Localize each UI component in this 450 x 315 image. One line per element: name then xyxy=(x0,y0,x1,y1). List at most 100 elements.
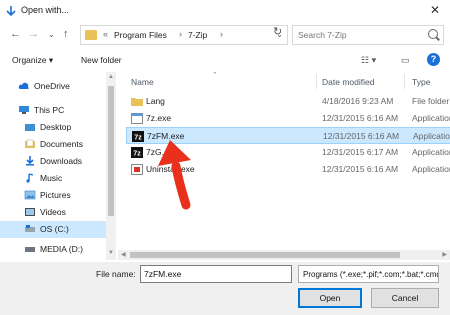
file-row-7z[interactable]: 7z.exe 12/31/2015 6:16 AM Application xyxy=(126,110,450,127)
file-date: 12/31/2015 6:17 AM xyxy=(322,147,399,157)
new-folder-button[interactable]: New folder xyxy=(81,55,122,65)
scrollbar-thumb[interactable] xyxy=(108,86,114,216)
column-type-header[interactable]: Type xyxy=(412,77,430,87)
music-folder-icon xyxy=(26,173,34,183)
file-name: 7z.exe xyxy=(146,113,172,123)
scroll-right-icon[interactable]: ▶ xyxy=(442,251,447,258)
file-date: 12/31/2015 6:16 AM xyxy=(322,164,399,174)
sort-ascending-icon: ⌃ xyxy=(212,72,218,79)
file-name: 7zG.exe xyxy=(146,147,178,157)
sidebar-item-desktop[interactable]: Desktop xyxy=(0,119,106,136)
file-type: Application xyxy=(412,164,450,174)
search-input[interactable] xyxy=(293,26,423,44)
horizontal-scrollbar[interactable]: ◀ ▶ xyxy=(118,250,450,260)
window-title: Open with... xyxy=(21,5,70,15)
cloud-icon xyxy=(18,82,29,89)
sidebar-item-label: Pictures xyxy=(40,190,71,200)
file-name: Lang xyxy=(146,96,165,106)
back-arrow-icon[interactable]: ← xyxy=(10,28,21,40)
navigation-pane: OneDrive This PC Desktop Documents Downl… xyxy=(0,72,116,260)
sidebar-item-onedrive[interactable]: OneDrive xyxy=(0,78,106,95)
sidebar-item-label: Downloads xyxy=(40,156,83,166)
file-type: Application xyxy=(412,147,450,157)
sidebar-item-label: Music xyxy=(40,173,63,183)
svg-text:7z: 7z xyxy=(134,135,142,142)
file-row-uninstall[interactable]: Uninstall.exe 12/31/2015 6:16 AM Applica… xyxy=(126,161,450,178)
recent-locations-icon[interactable]: ⌄ xyxy=(48,30,55,39)
address-bar[interactable]: « Program Files › 7-Zip › ⌄ xyxy=(80,25,288,45)
sidebar-item-music[interactable]: Music xyxy=(0,170,106,187)
help-icon[interactable]: ? xyxy=(427,53,440,66)
7zip-icon: 7z xyxy=(131,147,143,158)
title-bar: Open with... ✕ xyxy=(0,0,450,22)
download-arrow-icon xyxy=(6,6,16,17)
column-date-header[interactable]: Date modified xyxy=(322,77,374,87)
open-button[interactable]: Open xyxy=(298,288,362,308)
column-name-header[interactable]: Name xyxy=(131,77,154,87)
column-divider[interactable] xyxy=(316,74,317,89)
scroll-down-icon[interactable]: ▼ xyxy=(108,250,114,256)
sidebar-item-pictures[interactable]: Pictures xyxy=(0,187,106,204)
sidebar-item-label: OS (C:) xyxy=(40,224,69,234)
file-type: Application xyxy=(412,113,450,123)
sidebar-item-downloads[interactable]: Downloads xyxy=(0,153,106,170)
file-type: File folder xyxy=(412,96,450,106)
drive-icon xyxy=(25,225,35,232)
preview-pane-icon[interactable]: ▭ xyxy=(401,55,410,66)
sidebar-item-this-pc[interactable]: This PC xyxy=(0,102,106,119)
organize-button[interactable]: Organize ▾ xyxy=(12,55,53,66)
scroll-left-icon[interactable]: ◀ xyxy=(121,251,126,258)
file-name-field[interactable] xyxy=(140,265,292,283)
sidebar-item-media-d[interactable]: MEDIA (D:) xyxy=(0,241,106,258)
file-row-7zg[interactable]: 7z 7zG.exe 12/31/2015 6:17 AM Applicatio… xyxy=(126,144,450,161)
view-options-icon[interactable]: ☷ ▾ xyxy=(361,55,376,66)
file-name-label: File name: xyxy=(96,269,136,279)
file-date: 12/31/2015 6:16 AM xyxy=(322,113,399,123)
dialog-footer: File name: Programs (*.exe;*.pif;*.com;*… xyxy=(0,262,450,315)
sidebar-item-label: MEDIA (D:) xyxy=(40,244,83,254)
cancel-button[interactable]: Cancel xyxy=(371,288,439,308)
forward-arrow-icon[interactable]: → xyxy=(28,28,39,40)
sidebar-item-videos[interactable]: Videos xyxy=(0,204,106,221)
folder-icon xyxy=(131,98,143,106)
file-list: ⌃ Name Date modified Type Lang 4/18/2016… xyxy=(118,72,450,260)
breadcrumb-separator-icon[interactable]: › xyxy=(179,29,182,39)
file-row-lang[interactable]: Lang 4/18/2016 9:23 AM File folder xyxy=(126,93,450,110)
drive-icon xyxy=(25,247,35,252)
sidebar-item-documents[interactable]: Documents xyxy=(0,136,106,153)
computer-icon xyxy=(19,106,29,114)
file-date: 4/18/2016 9:23 AM xyxy=(322,96,394,106)
refresh-icon[interactable]: ↻ xyxy=(273,25,282,38)
videos-folder-icon xyxy=(25,208,35,216)
search-box[interactable] xyxy=(292,25,444,45)
search-icon[interactable] xyxy=(428,29,438,39)
close-icon[interactable]: ✕ xyxy=(430,3,440,17)
column-headers: ⌃ Name Date modified Type xyxy=(118,72,450,90)
sidebar-item-label: OneDrive xyxy=(34,81,70,91)
sidebar-item-label: Desktop xyxy=(40,122,72,132)
file-type: Application xyxy=(413,131,450,141)
scroll-up-icon[interactable]: ▲ xyxy=(108,74,114,80)
svg-text:7z: 7z xyxy=(133,151,141,158)
file-type-value: Programs (*.exe;*.pif;*.com;*.bat;*.cmd) xyxy=(303,270,439,279)
sidebar-item-os-c[interactable]: OS (C:) xyxy=(0,221,106,238)
downloads-folder-icon xyxy=(26,156,34,166)
navigation-scrollbar[interactable]: ▲ ▼ xyxy=(106,72,116,260)
sidebar-item-label: This PC xyxy=(34,105,65,115)
breadcrumb-7zip[interactable]: 7-Zip xyxy=(188,30,207,40)
overflow-chevron-icon[interactable]: « xyxy=(103,29,108,39)
scrollbar-thumb[interactable] xyxy=(130,252,400,258)
breadcrumb-program-files[interactable]: Program Files xyxy=(114,30,167,40)
file-type-select[interactable]: Programs (*.exe;*.pif;*.com;*.bat;*.cmd) xyxy=(298,265,439,283)
column-divider[interactable] xyxy=(404,74,405,89)
documents-folder-icon xyxy=(25,139,35,148)
sidebar-item-label: Videos xyxy=(40,207,66,217)
file-row-7zfm[interactable]: 7z 7zFM.exe 12/31/2015 6:16 AM Applicati… xyxy=(126,127,450,144)
app-icon xyxy=(131,113,143,124)
up-arrow-icon[interactable]: ↑ xyxy=(63,28,69,40)
folder-icon xyxy=(85,30,97,40)
sidebar-item-label: Documents xyxy=(40,139,83,149)
uninstall-icon xyxy=(131,164,143,175)
breadcrumb-separator-icon[interactable]: › xyxy=(220,29,223,39)
file-name: Uninstall.exe xyxy=(146,164,195,174)
